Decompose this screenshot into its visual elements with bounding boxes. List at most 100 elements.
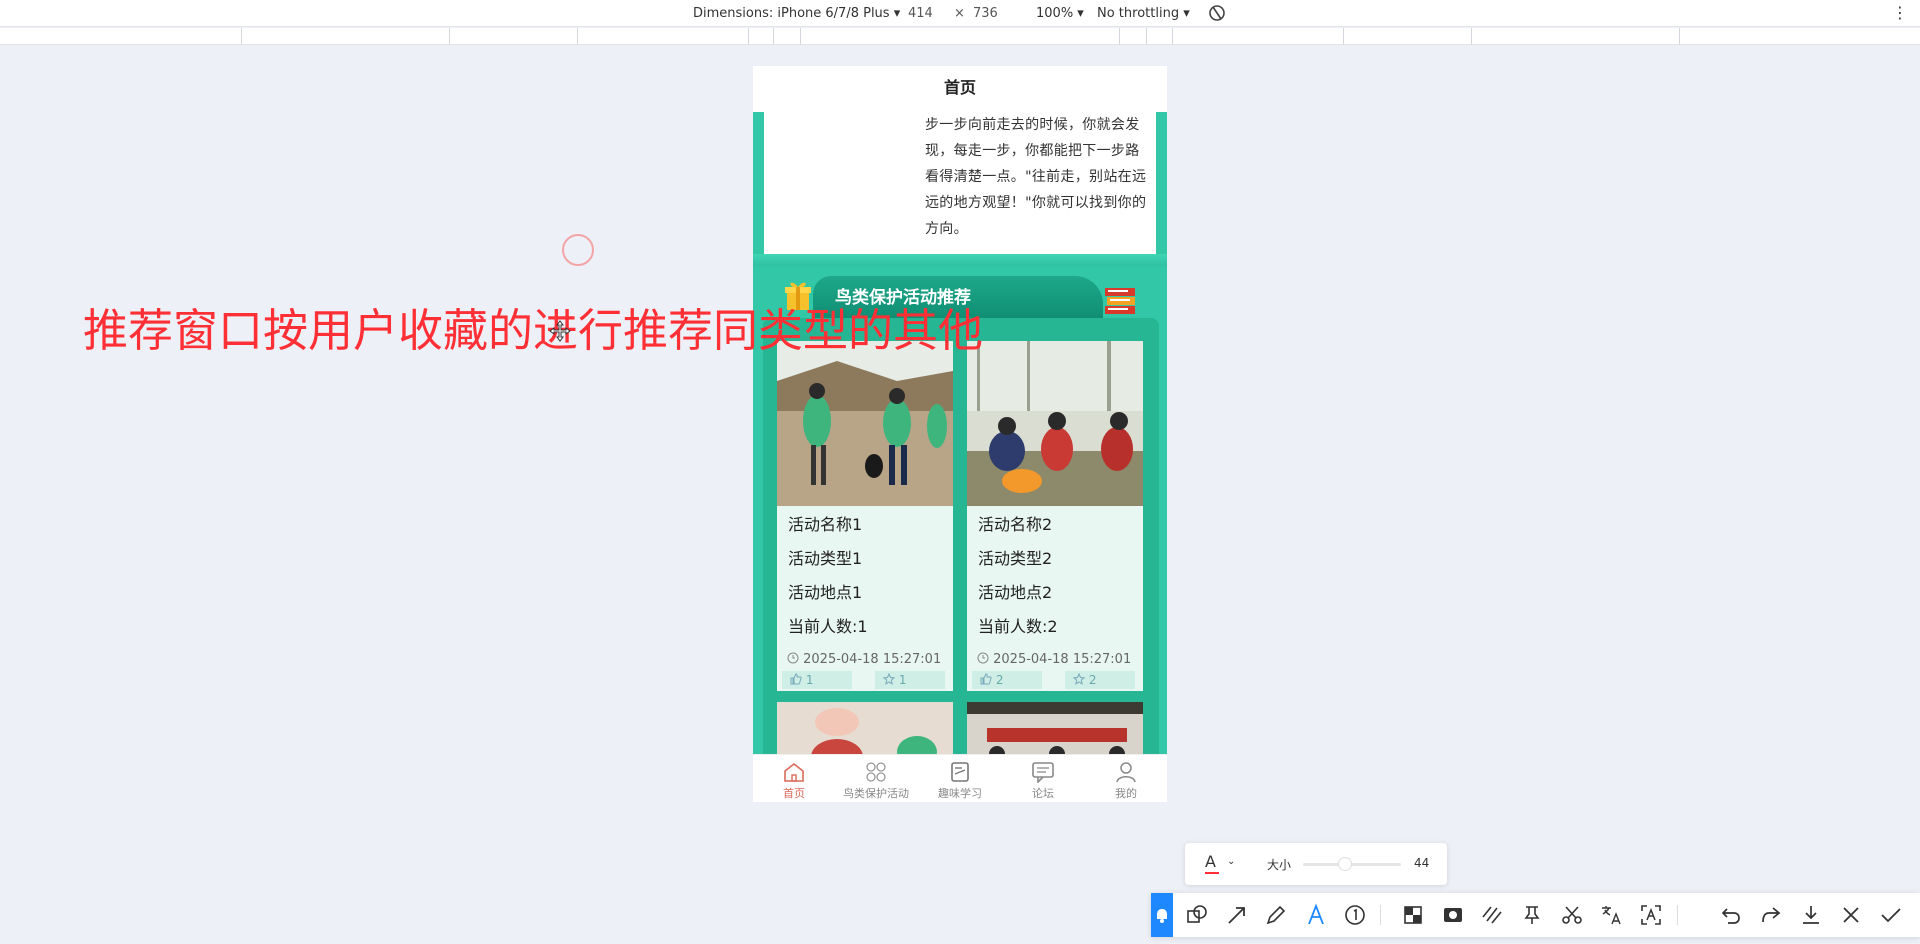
ruler-tick <box>748 28 749 45</box>
cursor-ring-indicator <box>562 234 594 266</box>
size-slider[interactable] <box>1303 857 1401 871</box>
size-label: 大小 <box>1267 858 1292 872</box>
tab-label: 我的 <box>1115 787 1137 800</box>
rotate-icon[interactable] <box>1206 3 1228 23</box>
favorite-button[interactable]: 1 <box>875 671 945 689</box>
clock-icon <box>787 652 799 664</box>
activity-card-4-photo[interactable] <box>967 702 1143 762</box>
ruler-tick <box>1471 28 1472 45</box>
scissors-icon[interactable] <box>1560 903 1584 927</box>
activity-type: 活动类型2 <box>978 549 1053 568</box>
tab-forum[interactable]: 论坛 <box>1002 755 1084 802</box>
tab-mine[interactable]: 我的 <box>1085 755 1167 802</box>
toolbar-divider <box>1677 905 1678 925</box>
arrow-tool-icon[interactable] <box>1225 903 1249 927</box>
activity-photo <box>777 341 953 506</box>
devtools-device-toolbar: Dimensions: iPhone 6/7/8 Plus ▾ 414 × 73… <box>0 0 1920 27</box>
favorite-count: 1 <box>898 673 907 687</box>
activity-card-3-photo[interactable] <box>777 702 953 762</box>
activity-card-2[interactable]: 活动名称2 活动类型2 活动地点2 当前人数:2 2025-04-18 15:2… <box>967 341 1143 691</box>
activity-location: 活动地点1 <box>788 583 863 602</box>
ruler-tick <box>241 28 242 45</box>
device-height-input[interactable]: 736 <box>973 6 998 21</box>
activity-time: 2025-04-18 15:27:01 <box>977 652 1131 667</box>
hatch-tool-icon[interactable] <box>1480 903 1504 927</box>
article-text: 步一步向前走去的时候，你就会发现，每走一步，你都能把下一步路看得清楚一点。"往前… <box>925 117 1147 237</box>
star-icon <box>882 672 896 685</box>
tab-label: 趣味学习 <box>938 787 982 800</box>
book-icon <box>951 762 969 782</box>
dimension-times-label: × <box>954 6 965 21</box>
undo-icon[interactable] <box>1719 903 1743 927</box>
home-icon <box>784 762 804 782</box>
redo-icon[interactable] <box>1759 903 1783 927</box>
download-icon[interactable] <box>1799 903 1823 927</box>
star-icon <box>1072 672 1086 685</box>
chevron-down-icon[interactable]: ⌄ <box>1227 856 1235 867</box>
books-icon <box>1103 284 1139 318</box>
activity-location: 活动地点2 <box>978 583 1053 602</box>
activity-type: 活动类型1 <box>788 549 863 568</box>
activity-card-1[interactable]: 活动名称1 活动类型1 活动地点1 当前人数:1 2025-04-18 15:2… <box>777 341 953 691</box>
tab-home[interactable]: 首页 <box>753 755 835 802</box>
pin-bell-icon[interactable] <box>1151 893 1173 937</box>
pen-tool-icon[interactable] <box>1264 903 1288 927</box>
translate-icon[interactable] <box>1599 903 1623 927</box>
phone-viewport: 首页 步一步向前走去的时候，你就会发现，每走一步，你都能把下一步路看得清楚一点。… <box>753 66 1167 802</box>
article-card[interactable]: 步一步向前走去的时候，你就会发现，每走一步，你都能把下一步路看得清楚一点。"往前… <box>764 112 1156 254</box>
ocr-icon[interactable] <box>1639 903 1663 927</box>
annotation-text[interactable]: 推荐窗口按用户收藏的进行推荐同类型的其他 <box>83 294 983 359</box>
like-count: 1 <box>805 673 814 687</box>
page-title: 首页 <box>753 66 1167 112</box>
activity-photo <box>967 341 1143 506</box>
screenshot-toolbar <box>1151 893 1920 937</box>
activity-time-text: 2025-04-18 15:27:01 <box>803 652 942 667</box>
mosaic-tool-icon[interactable] <box>1401 903 1425 927</box>
ruler-tick <box>1146 28 1147 45</box>
text-options-panel: A ⌄ 大小 44 <box>1185 843 1447 885</box>
tab-label: 鸟类保护活动 <box>843 787 909 800</box>
like-button[interactable]: 2 <box>972 671 1042 689</box>
activity-count: 当前人数:2 <box>978 617 1058 636</box>
confirm-check-icon[interactable] <box>1879 903 1903 927</box>
text-color-icon[interactable]: A <box>1205 852 1219 874</box>
close-icon[interactable] <box>1839 903 1863 927</box>
more-options-icon[interactable]: ⋮ <box>1892 3 1908 22</box>
toolbar-divider <box>1380 905 1381 925</box>
activity-name: 活动名称1 <box>788 515 863 534</box>
grid-icon <box>866 762 886 782</box>
activity-time-text: 2025-04-18 15:27:01 <box>993 652 1132 667</box>
ruler-tick <box>1679 28 1680 45</box>
size-slider-handle[interactable] <box>1338 857 1352 871</box>
device-dimensions-select[interactable]: Dimensions: iPhone 6/7/8 Plus ▾ <box>693 6 900 21</box>
tab-fun-learning[interactable]: 趣味学习 <box>919 755 1001 802</box>
ruler-tick <box>800 28 801 45</box>
throttling-select[interactable]: No throttling ▾ <box>1097 6 1190 21</box>
like-count: 2 <box>995 673 1004 687</box>
zoom-select[interactable]: 100% ▾ <box>1036 6 1084 21</box>
move-cursor-icon <box>548 319 572 343</box>
like-button[interactable]: 1 <box>782 671 852 689</box>
thumb-up-icon <box>790 673 802 685</box>
tab-label: 论坛 <box>1032 787 1054 800</box>
favorite-button[interactable]: 2 <box>1065 671 1135 689</box>
activity-time: 2025-04-18 15:27:01 <box>787 652 941 667</box>
blur-tool-icon[interactable] <box>1441 903 1465 927</box>
bottom-tab-bar: 首页 鸟类保护活动 趣味学习 论坛 我的 <box>753 754 1167 802</box>
section-divider <box>753 254 1167 266</box>
tab-bird-activities[interactable]: 鸟类保护活动 <box>835 755 917 802</box>
size-value: 44 <box>1414 856 1430 870</box>
ruler-tick <box>1119 28 1120 45</box>
shape-tool-icon[interactable] <box>1185 903 1209 927</box>
pin-tool-icon[interactable] <box>1520 903 1544 927</box>
activity-name: 活动名称2 <box>978 515 1053 534</box>
text-tool-icon[interactable] <box>1304 903 1328 927</box>
clock-icon <box>977 652 989 664</box>
ruler-tick <box>449 28 450 45</box>
device-width-input[interactable]: 414 <box>908 6 933 21</box>
thumb-up-icon <box>980 673 992 685</box>
tab-label: 首页 <box>783 787 805 800</box>
number-tool-icon[interactable] <box>1343 903 1367 927</box>
ruler-tick <box>1343 28 1344 45</box>
ruler-tick <box>773 28 774 45</box>
